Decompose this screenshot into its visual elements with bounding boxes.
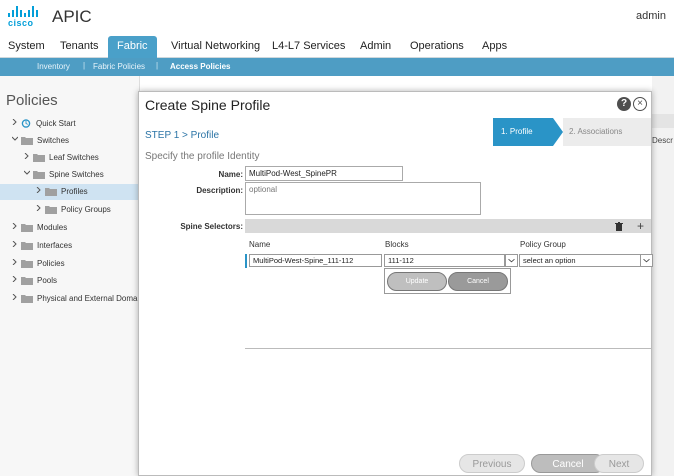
folder-icon (45, 188, 57, 196)
tab-operations[interactable]: Operations (410, 40, 464, 52)
quick-start-icon (21, 119, 31, 128)
create-spine-profile-dialog: Create Spine Profile ? × STEP 1 > Profil… (138, 91, 653, 476)
chevron-right-icon (12, 119, 17, 125)
tab-fabric[interactable]: Fabric (108, 36, 157, 58)
sidebar-item-switches[interactable]: Switches (0, 133, 140, 149)
top-bar: cisco APIC admin (0, 0, 674, 36)
selectors-divider (245, 348, 651, 349)
sidebar-item-spine-switches[interactable]: Spine Switches (0, 167, 140, 183)
description-label: Description: (196, 186, 243, 195)
help-icon[interactable]: ? (617, 97, 631, 111)
tab-admin[interactable]: Admin (360, 40, 391, 52)
cisco-logo: cisco (8, 6, 40, 30)
subnav-inventory[interactable]: Inventory (37, 62, 70, 71)
chevron-down-icon (12, 136, 18, 141)
dialog-title: Create Spine Profile (145, 97, 271, 113)
row-cancel-button[interactable]: Cancel (448, 272, 508, 291)
wizard-step-associations: 2. Associations (563, 118, 651, 146)
chevron-down-icon[interactable] (640, 254, 653, 267)
trash-icon[interactable] (615, 222, 623, 231)
selectors-toolbar (245, 219, 651, 233)
description-field[interactable]: optional (245, 182, 481, 215)
background-content-panel: Descr (652, 76, 674, 476)
subnav-fabric-policies[interactable]: Fabric Policies (93, 62, 145, 71)
sub-nav: Inventory | Fabric Policies | Access Pol… (0, 58, 674, 76)
sidebar-item-policy-groups[interactable]: Policy Groups (0, 202, 140, 218)
folder-icon (33, 171, 45, 179)
section-heading: Specify the profile Identity (145, 151, 260, 162)
close-icon[interactable]: × (633, 97, 647, 111)
folder-icon (21, 295, 33, 303)
sidebar-item-quick-start[interactable]: Quick Start (0, 116, 140, 132)
next-button[interactable]: Next (594, 454, 644, 473)
chevron-right-icon (36, 205, 41, 211)
chevron-right-icon (12, 241, 17, 247)
column-header-policy-group: Policy Group (520, 240, 566, 249)
folder-icon (45, 206, 57, 214)
add-icon[interactable]: + (637, 219, 644, 233)
sidebar-item-pools[interactable]: Pools (0, 273, 140, 289)
sidebar-title: Policies (6, 92, 58, 109)
blocks-input[interactable]: 111-112 (384, 254, 505, 267)
column-header-name: Name (249, 240, 271, 249)
background-table-header (652, 114, 674, 128)
wizard-step-arrow (553, 118, 563, 146)
main-nav: System Tenants Fabric Virtual Networking… (0, 36, 674, 58)
row-selected-indicator (245, 254, 247, 268)
subnav-separator: | (156, 61, 159, 70)
column-header-blocks: Blocks (385, 240, 409, 249)
folder-icon (21, 260, 33, 268)
subnav-access-policies[interactable]: Access Policies (170, 62, 230, 71)
chevron-right-icon (12, 259, 17, 265)
tab-system[interactable]: System (8, 40, 45, 52)
app-title: APIC (52, 7, 92, 26)
sidebar: Policies Quick Start Switches Leaf Switc… (0, 76, 148, 476)
sidebar-item-interfaces[interactable]: Interfaces (0, 238, 140, 254)
spine-selectors-label: Spine Selectors: (180, 222, 243, 231)
tab-tenants[interactable]: Tenants (60, 40, 99, 52)
chevron-right-icon (24, 153, 29, 159)
subnav-separator: | (83, 61, 86, 70)
tab-l4-l7-services[interactable]: L4-L7 Services (272, 40, 345, 52)
previous-button[interactable]: Previous (459, 454, 525, 473)
name-field[interactable]: MultiPod-West_SpinePR (245, 166, 403, 181)
chevron-right-icon (36, 187, 41, 193)
wizard-step-profile: 1. Profile (493, 118, 553, 146)
chevron-down-icon (24, 170, 30, 175)
sidebar-item-policies[interactable]: Policies (0, 256, 140, 272)
tab-apps[interactable]: Apps (482, 40, 507, 52)
name-label: Name: (218, 170, 243, 179)
sidebar-item-modules[interactable]: Modules (0, 220, 140, 236)
folder-icon (21, 137, 33, 145)
chevron-down-icon[interactable] (505, 254, 518, 267)
chevron-right-icon (12, 276, 17, 282)
folder-icon (21, 224, 33, 232)
chevron-right-icon (12, 223, 17, 229)
update-button[interactable]: Update (387, 272, 447, 291)
user-menu[interactable]: admin (636, 10, 666, 22)
sidebar-item-profiles[interactable]: Profiles (0, 184, 140, 200)
selector-name-input[interactable]: MultiPod-West-Spine_111-112 (249, 254, 382, 267)
tab-virtual-networking[interactable]: Virtual Networking (171, 40, 260, 52)
policy-group-select[interactable]: select an option (519, 254, 641, 267)
step-title: STEP 1 > Profile (145, 130, 220, 141)
sidebar-item-leaf-switches[interactable]: Leaf Switches (0, 150, 140, 166)
sidebar-item-physical-external-domains[interactable]: Physical and External Domains (0, 291, 148, 307)
folder-icon (33, 154, 45, 162)
folder-icon (21, 277, 33, 285)
folder-icon (21, 242, 33, 250)
chevron-right-icon (12, 294, 17, 300)
row-edit-popup: Update Cancel (384, 268, 511, 294)
background-column-label: Descr (652, 136, 673, 145)
